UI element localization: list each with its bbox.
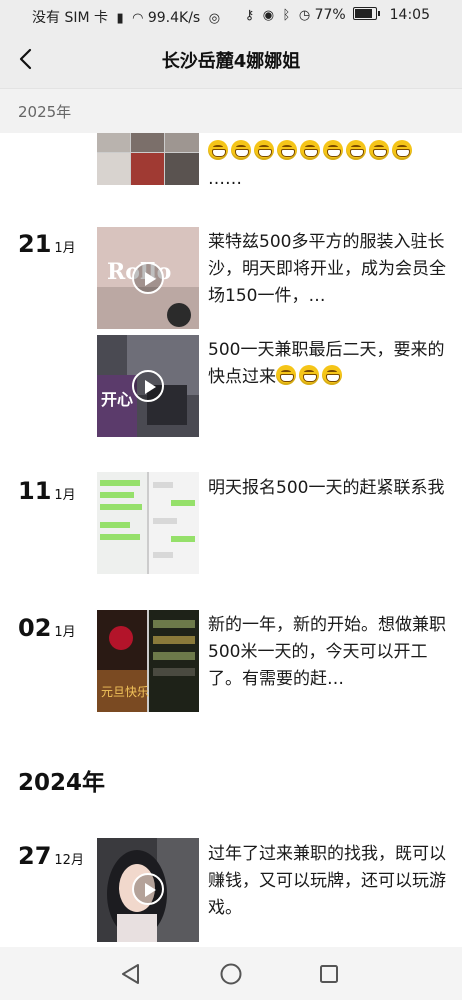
- key-icon: ⚷: [244, 8, 255, 23]
- post-video-thumbnail[interactable]: 开心: [97, 335, 199, 437]
- post-image-grid[interactable]: 元旦快乐: [97, 610, 199, 712]
- grin-emoji-icon: [254, 140, 274, 160]
- clock: 14:05: [389, 7, 430, 23]
- wifi-icon: ◠: [132, 11, 144, 26]
- year-heading: 2024年: [18, 770, 106, 796]
- post-date: 27 12月: [18, 842, 84, 870]
- battery-percent: 77%: [314, 7, 346, 23]
- system-nav-bar: [0, 947, 462, 1000]
- post-image-grid[interactable]: [97, 472, 199, 574]
- sticky-year-header: 2025年: [0, 89, 462, 133]
- grin-emoji-icon: [323, 140, 343, 160]
- post-day: 27: [18, 842, 52, 870]
- grin-emoji-icon: [392, 140, 412, 160]
- post-month: 1月: [54, 488, 76, 503]
- post-text-ellipsis: ……: [208, 169, 242, 189]
- title-bar: 长沙岳麓4娜娜姐: [0, 32, 462, 89]
- post-text[interactable]: ……: [208, 139, 446, 193]
- post-text[interactable]: 明天报名500一天的赶紧联系我: [208, 475, 446, 502]
- play-icon[interactable]: [132, 873, 164, 905]
- page-title: 长沙岳麓4娜娜姐: [161, 51, 301, 72]
- wechat-icon: ◎: [208, 11, 221, 26]
- post-day: 11: [18, 477, 52, 505]
- status-bar: 没有 SIM 卡 ▮ ◠ 99.4K/s ◎ ⚷ ◉ ᛒ ◷ 77% 14:05: [0, 0, 462, 32]
- grin-emoji-icon: [231, 140, 251, 160]
- battery-icon: [353, 7, 381, 20]
- grin-emoji-icon: [208, 140, 228, 160]
- svg-text:元旦快乐: 元旦快乐: [101, 685, 149, 699]
- grin-emoji-icon: [300, 140, 320, 160]
- post-day: 02: [18, 614, 52, 642]
- grin-emoji-icon: [369, 140, 389, 160]
- post-month: 1月: [54, 625, 76, 640]
- grin-emoji-icon: [276, 365, 296, 385]
- moments-feed[interactable]: …… 21 1月 Rollo 莱特兹500多平方的服装入驻长沙，明天即将开业，成为…: [0, 89, 462, 947]
- alarm-icon: ◷: [298, 8, 311, 23]
- sticky-year-label: 2025年: [18, 103, 72, 121]
- post-text[interactable]: 新的一年，新的开始。想做兼职500米一天的，今天可以开工了。有需要的赶…: [208, 612, 446, 693]
- play-icon[interactable]: [132, 262, 164, 294]
- sim-alert-icon: ▮: [116, 11, 124, 26]
- svg-text:开心: 开心: [101, 390, 133, 409]
- post-date: 02 1月: [18, 614, 76, 642]
- status-left: 没有 SIM 卡 ▮ ◠ 99.4K/s ◎: [32, 7, 220, 27]
- post-video-thumbnail[interactable]: Rollo: [97, 227, 199, 329]
- bluetooth-icon: ᛒ: [282, 8, 291, 23]
- grin-emoji-icon: [322, 365, 342, 385]
- carrier-text: 没有 SIM 卡: [32, 10, 108, 26]
- nav-recents-icon[interactable]: [316, 961, 342, 987]
- post-day: 21: [18, 230, 52, 258]
- grin-emoji-icon: [277, 140, 297, 160]
- post-text[interactable]: 500一天兼职最后二天，要来的快点过来: [208, 337, 446, 391]
- post-month: 1月: [54, 241, 76, 256]
- post-date: 21 1月: [18, 230, 76, 258]
- nav-back-icon[interactable]: [118, 961, 144, 987]
- status-right: ⚷ ◉ ᛒ ◷ 77% 14:05: [241, 7, 430, 23]
- nav-home-icon[interactable]: [218, 961, 244, 987]
- eye-icon: ◉: [262, 8, 275, 23]
- post-month: 12月: [54, 853, 84, 868]
- grin-emoji-icon: [346, 140, 366, 160]
- post-text[interactable]: 莱特兹500多平方的服装入驻长沙，明天即将开业，成为会员全场150一件，…: [208, 229, 446, 310]
- network-speed: 99.4K/s: [147, 10, 201, 26]
- post-video-thumbnail[interactable]: [97, 838, 199, 942]
- post-text[interactable]: 过年了过来兼职的找我，既可以赚钱，又可以玩牌，还可以玩游戏。: [208, 841, 446, 922]
- grin-emoji-icon: [299, 365, 319, 385]
- post-date: 11 1月: [18, 477, 76, 505]
- play-icon[interactable]: [132, 370, 164, 402]
